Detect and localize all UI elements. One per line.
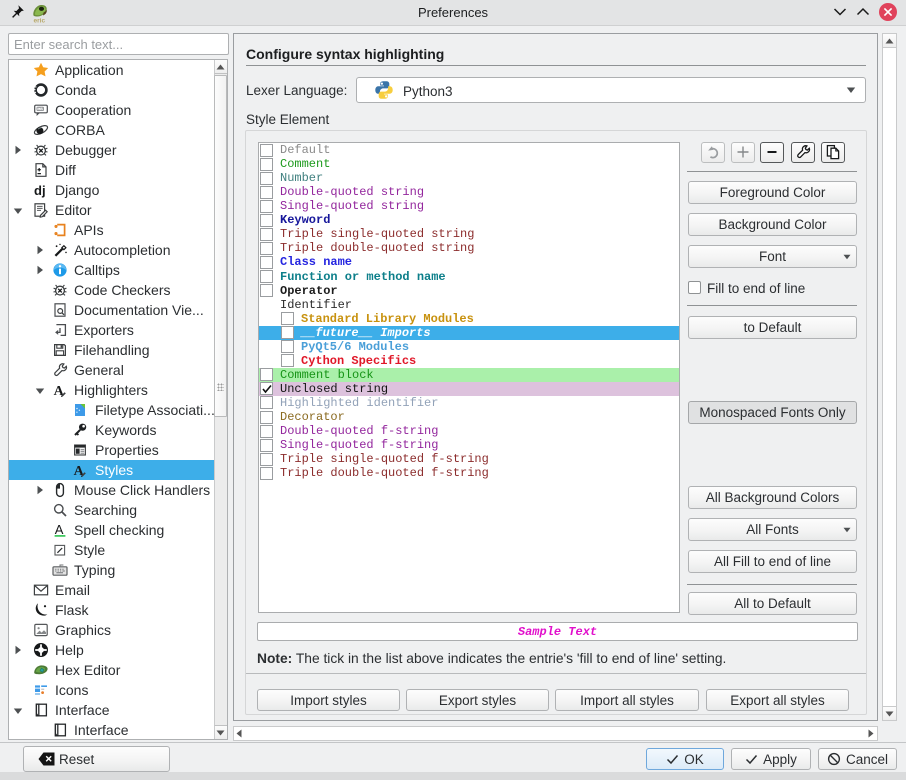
svg-text:A: A [55, 522, 64, 537]
svg-text:CM: CM [38, 107, 43, 111]
svg-text:dj: dj [34, 183, 46, 198]
